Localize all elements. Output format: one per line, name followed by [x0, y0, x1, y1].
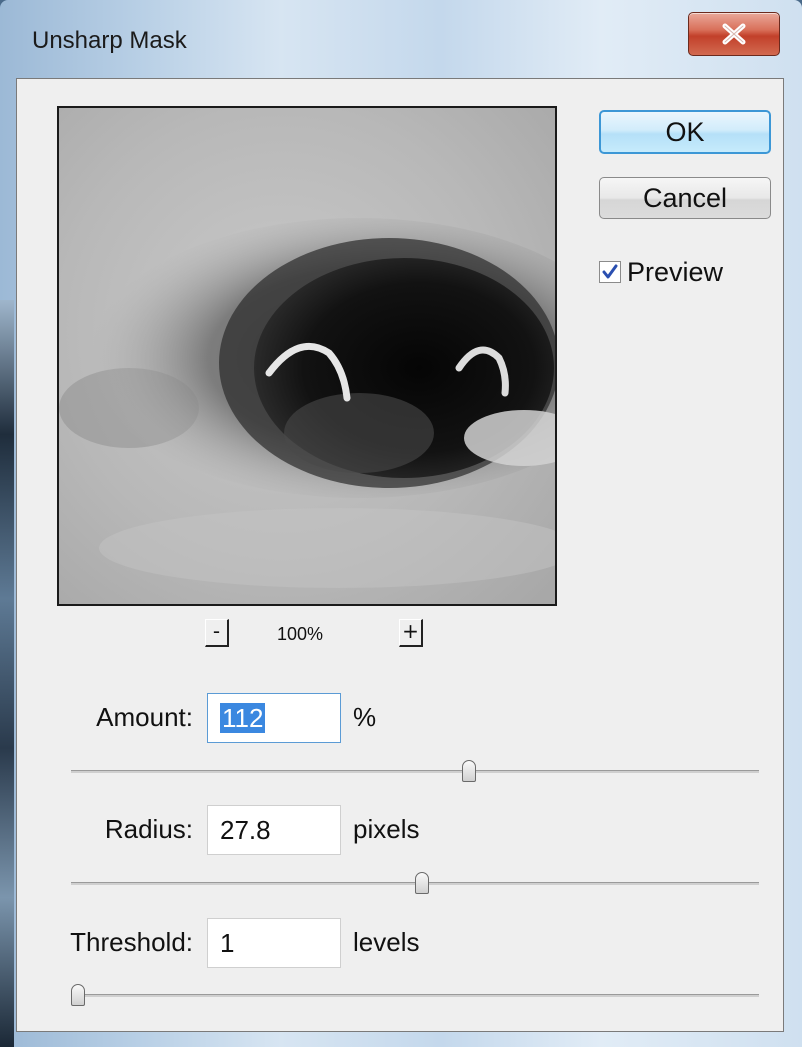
close-button[interactable]	[688, 12, 780, 56]
radius-label: Radius:	[104, 814, 193, 844]
eye-preview-graphic	[59, 108, 555, 604]
ok-button[interactable]: OK	[599, 110, 771, 154]
background-edge	[0, 300, 14, 1047]
amount-unit: %	[353, 702, 377, 732]
amount-slider-track[interactable]	[71, 770, 759, 773]
preview-checkbox-label[interactable]: Preview	[627, 257, 723, 288]
amount-input[interactable]: 112	[207, 693, 341, 743]
preview-checkbox[interactable]	[599, 261, 621, 283]
threshold-slider-track[interactable]	[71, 994, 759, 997]
radius-input[interactable]: 27.8	[207, 805, 341, 855]
close-icon	[722, 23, 746, 45]
radius-unit: pixels	[353, 814, 420, 844]
dialog-body: OK Cancel Preview - 100% + Amount: 112 %…	[16, 78, 784, 1032]
amount-slider-thumb[interactable]	[461, 760, 476, 782]
zoom-level: 100%	[277, 624, 324, 644]
threshold-slider-thumb[interactable]	[71, 984, 85, 1006]
cancel-button[interactable]: Cancel	[599, 177, 771, 219]
threshold-unit: levels	[353, 927, 420, 957]
checkmark-icon	[602, 264, 618, 279]
window-title: Unsharp Mask	[32, 27, 187, 54]
radius-slider-thumb[interactable]	[414, 872, 429, 894]
zoom-in-button[interactable]: +	[399, 619, 423, 647]
amount-value: 112	[220, 703, 266, 733]
threshold-input[interactable]: 1	[207, 918, 341, 968]
amount-label: Amount:	[96, 702, 193, 732]
dialog-window: Unsharp Mask OK Cancel Preview - 100% + …	[0, 0, 802, 1047]
preview-image[interactable]	[57, 106, 557, 606]
zoom-out-button[interactable]: -	[205, 619, 229, 647]
threshold-label: Threshold:	[70, 927, 193, 957]
